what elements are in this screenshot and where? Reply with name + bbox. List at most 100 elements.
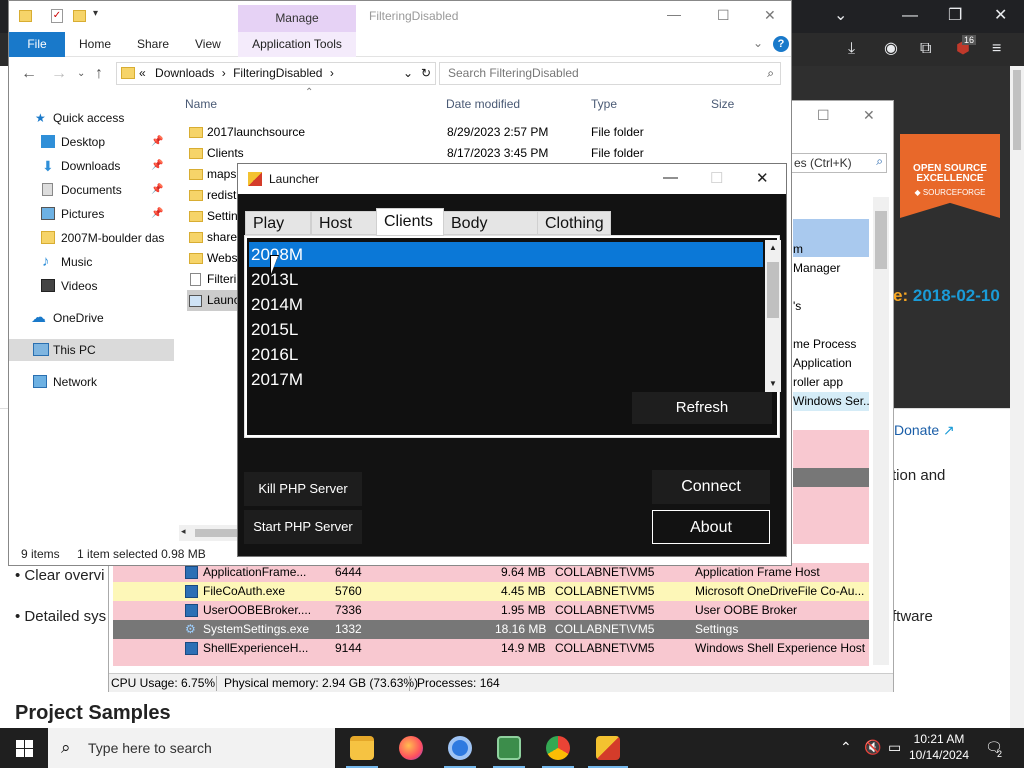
close-icon[interactable]: ✕: [764, 7, 776, 24]
refresh-icon[interactable]: ↻: [421, 63, 431, 84]
table-row[interactable]: ShellExperienceH... 9144 14.9 MB COLLABN…: [113, 639, 869, 658]
tab-host[interactable]: Host: [311, 211, 377, 235]
launcher-taskbar-icon[interactable]: [596, 736, 620, 760]
close-icon[interactable]: ✕: [863, 107, 875, 124]
nav-item-desktop[interactable]: Desktop 📌: [9, 131, 174, 153]
nav-item-documents[interactable]: Documents 📌: [9, 179, 174, 201]
help-icon[interactable]: ?: [773, 36, 789, 52]
scroll-thumb[interactable]: [875, 211, 887, 269]
breadcrumb-overflow[interactable]: «: [139, 66, 146, 80]
breadcrumb-filteringdisabled[interactable]: FilteringDisabled: [233, 66, 322, 80]
page-scrollbar[interactable]: [1010, 66, 1024, 728]
recent-locations-icon[interactable]: ⌄: [77, 68, 85, 79]
ribbon-tab-view[interactable]: View: [195, 32, 221, 57]
kill-php-server-button[interactable]: Kill PHP Server: [244, 472, 362, 506]
client-list-item[interactable]: 2014M: [249, 292, 763, 317]
minimize-icon[interactable]: —: [667, 6, 681, 22]
nav-item-videos[interactable]: Videos: [9, 275, 174, 297]
chrome-taskbar-icon[interactable]: [546, 736, 570, 760]
tab-list-chevron-icon[interactable]: ⌄: [834, 8, 847, 24]
table-row[interactable]: FileCoAuth.exe 5760 4.45 MB COLLABNET\VM…: [113, 582, 869, 601]
file-row[interactable]: Clients 8/17/2023 3:45 PM File folder: [187, 143, 777, 164]
task-manager-taskbar-icon[interactable]: [497, 736, 521, 760]
firefox-taskbar-icon[interactable]: [399, 736, 423, 760]
table-row[interactable]: UserOOBEBroker.... 7336 1.95 MB COLLABNE…: [113, 601, 869, 620]
tab-clients[interactable]: Clients: [376, 208, 444, 236]
customize-toolbar-icon[interactable]: ▾: [93, 8, 98, 19]
back-arrow-icon[interactable]: ←: [21, 65, 37, 83]
breadcrumb-downloads[interactable]: Downloads: [155, 66, 214, 80]
nav-item-onedrive[interactable]: ☁ OneDrive: [9, 307, 174, 329]
client-list-item[interactable]: 2015L: [249, 317, 763, 342]
maximize-icon[interactable]: ☐: [817, 107, 830, 124]
restore-icon[interactable]: ❐: [948, 8, 962, 24]
client-list-item[interactable]: 2016L: [249, 342, 763, 367]
table-row[interactable]: [793, 487, 869, 544]
tab-clothing[interactable]: Clothing: [537, 211, 611, 235]
client-list-item[interactable]: 2008M: [249, 242, 763, 267]
maximize-icon[interactable]: ☐: [717, 7, 730, 24]
table-row[interactable]: ⚙ SystemSettings.exe 1332 18.16 MB COLLA…: [113, 620, 869, 639]
minimize-icon[interactable]: —: [663, 169, 678, 186]
taskbar-search-box[interactable]: ⌕ Type here to search: [48, 728, 335, 768]
expand-ribbon-icon[interactable]: ⌄: [753, 36, 763, 50]
process-list-scrollbar[interactable]: [873, 197, 889, 665]
file-row[interactable]: 2017launchsource 8/29/2023 2:57 PM File …: [187, 122, 777, 143]
breadcrumb-separator-icon[interactable]: ›: [330, 66, 334, 80]
ribbon-tab-file[interactable]: File: [9, 32, 65, 57]
menu-icon[interactable]: ≡: [992, 41, 1001, 57]
scroll-thumb[interactable]: [1013, 70, 1021, 150]
column-header-size[interactable]: Size: [711, 97, 734, 111]
ribbon-tab-application-tools[interactable]: Application Tools: [238, 32, 356, 57]
new-folder-icon[interactable]: [73, 10, 86, 22]
up-arrow-icon[interactable]: ↑: [95, 65, 103, 83]
scroll-up-icon[interactable]: ▲: [765, 240, 781, 256]
nav-item-this-pc[interactable]: This PC: [9, 339, 174, 361]
about-button[interactable]: About: [652, 510, 770, 544]
tab-body-colors[interactable]: Body Colors: [443, 211, 538, 256]
address-dropdown-icon[interactable]: ⌄: [403, 63, 413, 84]
nav-item-2007m-boulder[interactable]: 2007M-boulder das: [9, 227, 174, 249]
volume-muted-icon[interactable]: 🔇: [864, 739, 881, 756]
nav-item-network[interactable]: Network: [9, 371, 174, 393]
forward-arrow-icon[interactable]: →: [51, 65, 67, 83]
downloads-icon[interactable]: ⤓: [848, 41, 855, 57]
nav-item-music[interactable]: ♪ Music: [9, 251, 174, 273]
extensions-icon[interactable]: ⧉: [920, 41, 931, 57]
ribbon-tab-share[interactable]: Share: [137, 32, 169, 57]
file-explorer-taskbar-icon[interactable]: [350, 736, 374, 760]
nav-item-pictures[interactable]: Pictures 📌: [9, 203, 174, 225]
donate-link[interactable]: Donate ↗: [894, 422, 955, 439]
table-row[interactable]: [793, 430, 869, 468]
process-search-input[interactable]: es (Ctrl+K) ⌕: [791, 153, 887, 173]
tab-play[interactable]: Play: [245, 211, 311, 235]
client-list-item[interactable]: 2013L: [249, 267, 763, 292]
profile-icon[interactable]: ◉: [884, 41, 898, 57]
scroll-thumb[interactable]: [767, 262, 779, 318]
scroll-down-icon[interactable]: ▼: [765, 376, 781, 392]
address-bar[interactable]: « Downloads › FilteringDisabled › ⌄ ↻: [116, 62, 436, 85]
client-list-item[interactable]: 2017M: [249, 367, 763, 392]
table-row[interactable]: [113, 658, 869, 666]
table-row[interactable]: [793, 468, 869, 487]
close-icon[interactable]: ✕: [994, 8, 1007, 24]
chromium-taskbar-icon[interactable]: [448, 736, 472, 760]
column-header-name[interactable]: Name: [185, 97, 217, 111]
nav-item-quick-access[interactable]: ★ Quick access: [9, 107, 174, 129]
show-hidden-icons-chevron-icon[interactable]: ⌃: [840, 739, 852, 756]
ribbon-tab-home[interactable]: Home: [79, 32, 111, 57]
refresh-button[interactable]: Refresh: [632, 392, 772, 424]
properties-icon[interactable]: ✓: [51, 9, 63, 23]
scroll-left-icon[interactable]: ◂: [181, 526, 186, 537]
connect-button[interactable]: Connect: [652, 470, 770, 504]
nav-item-downloads[interactable]: ⬇ Downloads 📌: [9, 155, 174, 177]
start-button[interactable]: [0, 728, 48, 768]
manage-context-tab[interactable]: Manage: [238, 5, 356, 32]
clients-listbox[interactable]: 2008M 2013L 2014M 2015L 2016L 2017M ▲ ▼: [249, 240, 781, 392]
column-header-type[interactable]: Type: [591, 97, 617, 111]
minimize-icon[interactable]: —: [902, 8, 918, 24]
column-header-date[interactable]: Date modified: [446, 97, 520, 111]
start-php-server-button[interactable]: Start PHP Server: [244, 510, 362, 544]
breadcrumb-separator-icon[interactable]: ›: [222, 66, 226, 80]
network-icon[interactable]: ▭: [888, 739, 901, 756]
